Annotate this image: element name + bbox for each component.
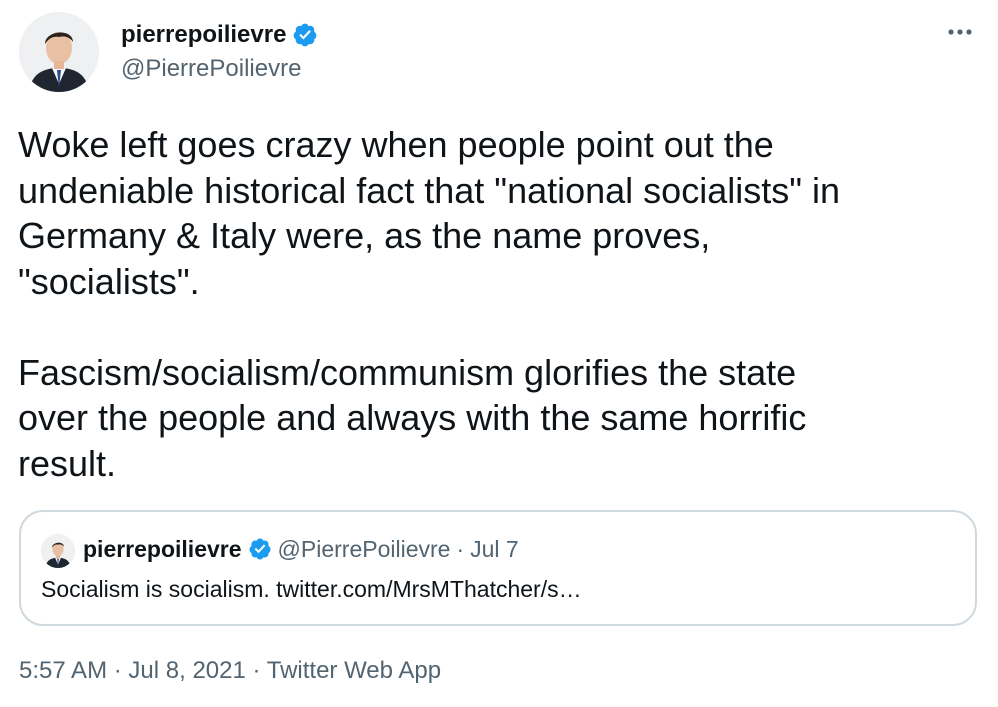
separator-dot: · [456, 536, 465, 562]
quoted-tweet-text: Socialism is socialism. twitter.com/MrsM… [41, 576, 582, 602]
author-name-row: pierrepoilievre [121, 20, 318, 50]
profile-photo-icon [41, 534, 75, 568]
tweet-text: Woke left goes crazy when people point o… [18, 124, 841, 484]
separator-dot: · [113, 657, 122, 684]
quoted-author-handle: @PierrePoilievre [277, 536, 451, 562]
verified-badge-icon [248, 537, 272, 561]
tweet-date[interactable]: Jul 8, 2021 [128, 657, 245, 684]
author-display-name[interactable]: pierrepoilievre [121, 20, 286, 50]
tweet-time[interactable]: 5:57 AM [19, 657, 107, 684]
quoted-author-name: pierrepoilievre [83, 536, 242, 562]
author-handle[interactable]: @PierrePoilievre [121, 54, 301, 84]
quoted-author-avatar [41, 534, 75, 568]
tweet-source[interactable]: Twitter Web App [267, 657, 441, 684]
more-horizontal-icon[interactable] [944, 16, 976, 48]
quoted-tweet-header: pierrepoilievre @PierrePoilievre · Jul 7 [83, 534, 519, 564]
tweet-metadata: 5:57 AM · Jul 8, 2021 · Twitter Web App [19, 656, 441, 686]
quoted-tweet-date: Jul 7 [470, 536, 519, 562]
tweet-card: pierrepoilievre @PierrePoilievre Woke le… [0, 0, 998, 707]
separator-dot: · [252, 657, 261, 684]
profile-photo-icon [19, 12, 99, 92]
quoted-tweet[interactable]: pierrepoilievre @PierrePoilievre · Jul 7… [19, 510, 977, 626]
author-avatar[interactable] [19, 12, 99, 92]
verified-badge-icon [292, 22, 318, 48]
